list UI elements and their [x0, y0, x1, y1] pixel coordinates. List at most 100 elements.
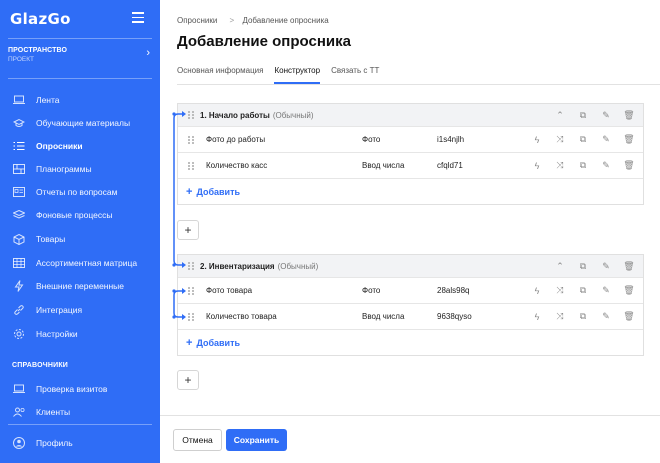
sidebar-item-label: Клиенты [36, 407, 71, 417]
shuffle-icon[interactable]: ⤨ [552, 310, 568, 324]
sidebar-item-feed[interactable]: Лента [0, 90, 160, 110]
copy-icon[interactable]: ⧉ [575, 310, 591, 324]
sidebar-item-integration[interactable]: Интеграция [0, 300, 160, 320]
sidebar-item-background[interactable]: Фоновые процессы [0, 205, 160, 225]
question-row: Фото товара Фото 28als98q ϟ ⤨ ⧉ ✎ 🗑 [178, 277, 643, 303]
add-question-button[interactable]: + Добавить [178, 329, 643, 355]
chevron-up-icon[interactable]: ⌃ [552, 108, 568, 122]
copy-icon[interactable]: ⧉ [575, 108, 591, 122]
question-row: Фото до работы Фото i1s4njlh ϟ ⤨ ⧉ ✎ 🗑 [178, 126, 643, 152]
lightning-icon [12, 279, 26, 293]
add-group-button[interactable]: + [177, 220, 199, 240]
sidebar-item-label: Отчеты по вопросам [36, 187, 118, 197]
copy-icon[interactable]: ⧉ [575, 259, 591, 273]
question-type: Ввод числа [362, 161, 405, 170]
edit-icon[interactable]: ✎ [598, 259, 614, 273]
add-group-button[interactable]: + [177, 370, 199, 390]
copy-icon[interactable]: ⧉ [575, 284, 591, 298]
sidebar-item-label: Товары [36, 234, 66, 244]
cancel-button[interactable]: Отмена [173, 429, 222, 451]
sidebar-item-planograms[interactable]: Планограммы [0, 159, 160, 179]
question-code: 28als98q [437, 286, 470, 295]
sidebar-item-external-vars[interactable]: Внешние переменные [0, 276, 160, 296]
drag-handle-icon[interactable] [188, 312, 196, 322]
graduation-cap-icon [12, 116, 26, 130]
trash-icon[interactable]: 🗑 [621, 133, 637, 147]
chevron-up-icon[interactable]: ⌃ [552, 259, 568, 273]
shuffle-icon[interactable]: ⤨ [552, 133, 568, 147]
lightning-icon[interactable]: ϟ [529, 284, 545, 298]
edit-icon[interactable]: ✎ [598, 310, 614, 324]
drag-handle-icon[interactable] [188, 110, 196, 120]
drag-handle-icon[interactable] [188, 261, 196, 271]
shuffle-icon[interactable]: ⤨ [552, 159, 568, 173]
edit-icon[interactable]: ✎ [598, 133, 614, 147]
shelves-icon [12, 162, 26, 176]
sidebar-item-label: Ассортиментная матрица [36, 258, 138, 268]
tab-link-tt[interactable]: Связать с ТТ [331, 66, 379, 84]
sidebar-item-learning[interactable]: Обучающие материалы [0, 113, 160, 133]
question-name: Фото до работы [206, 135, 266, 144]
sidebar-item-label: Интеграция [36, 305, 83, 315]
sidebar-item-surveys[interactable]: Опросники [0, 136, 160, 156]
tab-main-info[interactable]: Основная информация [177, 66, 263, 84]
laptop-icon [12, 93, 26, 107]
tabs: Основная информация Конструктор Связать … [177, 66, 390, 84]
sidebar-item-profile[interactable]: Профиль [0, 433, 160, 453]
edit-icon[interactable]: ✎ [598, 159, 614, 173]
sidebar-item-label: Планограммы [36, 164, 92, 174]
sidebar-item-label: Лента [36, 95, 60, 105]
group-type: (Обычный) [272, 110, 314, 120]
trash-icon[interactable]: 🗑 [621, 284, 637, 298]
space-subtitle: ПРОЕКТ [8, 56, 35, 63]
group-header[interactable]: 1. Начало работы (Обычный) ⌃ ⧉ ✎ 🗑 [178, 104, 643, 126]
breadcrumb-current: Добавление опросника [242, 16, 329, 25]
edit-icon[interactable]: ✎ [598, 108, 614, 122]
list-icon [12, 139, 26, 153]
sidebar-item-matrix[interactable]: Ассортиментная матрица [0, 253, 160, 273]
plus-icon: + [184, 223, 192, 237]
divider [8, 78, 152, 79]
drag-handle-icon[interactable] [188, 161, 196, 171]
trash-icon[interactable]: 🗑 [621, 259, 637, 273]
sidebar-item-clients[interactable]: Клиенты [0, 402, 160, 422]
sidebar-item-reports[interactable]: Отчеты по вопросам [0, 182, 160, 202]
copy-icon[interactable]: ⧉ [575, 133, 591, 147]
sidebar-item-visits[interactable]: Проверка визитов [0, 379, 160, 399]
group-title: 1. Начало работы [200, 110, 270, 120]
question-code: i1s4njlh [437, 135, 465, 144]
add-question-button[interactable]: + Добавить [178, 178, 643, 204]
edit-icon[interactable]: ✎ [598, 284, 614, 298]
trash-icon[interactable]: 🗑 [621, 310, 637, 324]
box-icon [12, 232, 26, 246]
menu-icon[interactable] [132, 12, 144, 23]
laptop-icon [12, 382, 26, 396]
save-button[interactable]: Сохранить [226, 429, 287, 451]
breadcrumb-parent[interactable]: Опросники [177, 16, 217, 25]
sidebar-item-label: Проверка визитов [36, 384, 108, 394]
drag-handle-icon[interactable] [188, 286, 196, 296]
lightning-icon[interactable]: ϟ [529, 133, 545, 147]
sidebar-item-label: Опросники [36, 141, 83, 151]
gear-icon [12, 327, 26, 341]
question-group: 2. Инвентаризация (Обычный) ⌃ ⧉ ✎ 🗑 Фото… [177, 254, 644, 356]
tab-constructor[interactable]: Конструктор [274, 66, 321, 84]
sidebar-item-label: Настройки [36, 329, 78, 339]
add-label: Добавить [196, 186, 241, 197]
id-card-icon [12, 185, 26, 199]
question-name: Количество касс [206, 161, 268, 170]
link-icon [12, 303, 26, 317]
shuffle-icon[interactable]: ⤨ [552, 284, 568, 298]
lightning-icon[interactable]: ϟ [529, 310, 545, 324]
copy-icon[interactable]: ⧉ [575, 159, 591, 173]
trash-icon[interactable]: 🗑 [621, 108, 637, 122]
trash-icon[interactable]: 🗑 [621, 159, 637, 173]
drag-handle-icon[interactable] [188, 135, 196, 145]
sidebar-item-products[interactable]: Товары [0, 229, 160, 249]
section-title: СПРАВОЧНИКИ [12, 362, 69, 369]
lightning-icon[interactable]: ϟ [529, 159, 545, 173]
sidebar-item-settings[interactable]: Настройки [0, 324, 160, 344]
group-header[interactable]: 2. Инвентаризация (Обычный) ⌃ ⧉ ✎ 🗑 [178, 255, 643, 277]
space-selector[interactable]: ПРОСТРАНСТВО ПРОЕКТ › [8, 47, 152, 63]
chevron-right-icon: › [146, 47, 150, 59]
